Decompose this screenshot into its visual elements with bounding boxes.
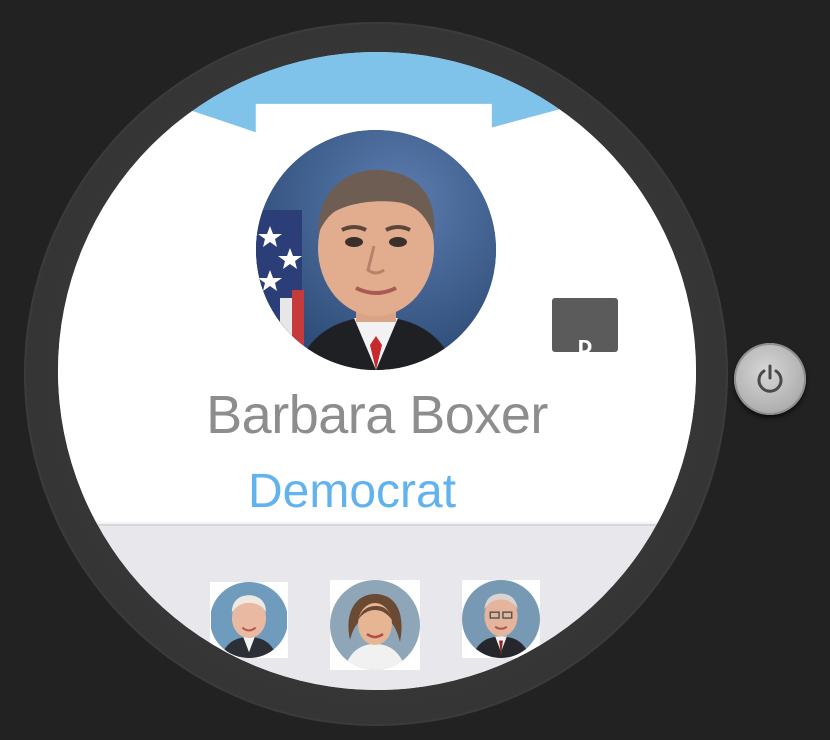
watch-screen: D Barbara Boxer Democrat [58,52,696,690]
senator-party: Democrat [248,465,457,518]
party-badge: D [552,298,618,352]
senator-thumbnail [210,582,288,658]
party-badge-letter: D [577,337,593,352]
power-button[interactable] [734,343,806,415]
senator-thumbnail [330,580,420,670]
senator-carousel [58,524,696,690]
carousel-item[interactable] [330,580,420,670]
power-icon [757,364,783,393]
portrait-image [256,130,496,370]
carousel-item[interactable] [210,582,288,658]
carousel-item[interactable] [462,580,540,658]
watch-emulator: D Barbara Boxer Democrat [0,0,830,740]
senator-portrait[interactable] [256,130,496,370]
senator-name: Barbara Boxer [206,385,548,445]
senator-thumbnail [462,580,540,658]
